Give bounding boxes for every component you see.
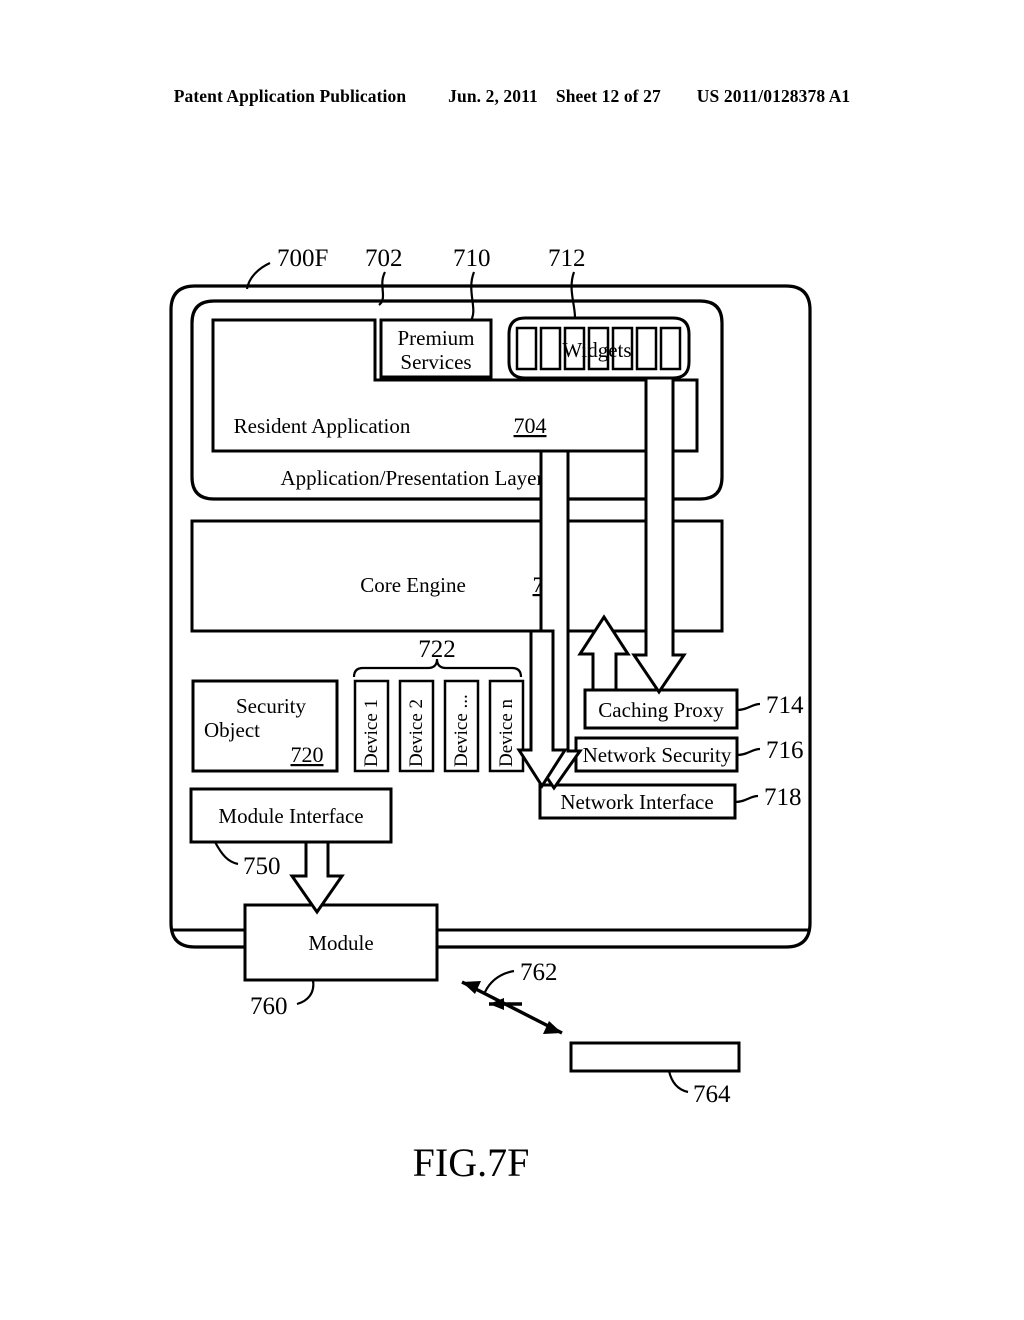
premium-services-label-line2: Services	[400, 350, 471, 374]
leader-714	[736, 702, 761, 712]
device-label-4: Device n	[496, 698, 517, 767]
module-interface-label: Module Interface	[218, 804, 363, 828]
premium-services-label-line1: Premium	[398, 326, 475, 350]
leader-760	[296, 979, 315, 1006]
ref-700f: 700F	[277, 245, 328, 272]
device-label-1: Device 1	[361, 699, 382, 767]
ref-702: 702	[365, 245, 403, 272]
ref-714: 714	[766, 692, 804, 719]
arrow-module-interface-to-module	[289, 840, 345, 915]
resident-application-label: Resident Application	[234, 414, 411, 438]
wireless-link-762: 762	[461, 959, 563, 1035]
ref-722: 722	[418, 636, 456, 663]
widget-tile-1	[515, 326, 538, 371]
device-boxes: Device 1 Device 2 Device ... Device n	[353, 679, 525, 773]
network-interface-label: Network Interface	[560, 790, 713, 814]
resident-application-ref-704: 704	[514, 413, 547, 438]
ref-718: 718	[764, 784, 802, 811]
leader-718	[734, 794, 759, 804]
leader-750	[214, 841, 239, 866]
ref-750: 750	[243, 853, 281, 880]
ref-760: 760	[250, 993, 288, 1020]
leader-762	[484, 969, 515, 993]
external-device-box	[569, 1041, 741, 1073]
figure-caption: FIG.7F	[413, 1140, 530, 1185]
core-engine-label: Core Engine	[360, 573, 466, 597]
widget-tile-2	[539, 326, 562, 371]
widget-tile-7	[659, 326, 682, 371]
security-object-ref-720: 720	[291, 742, 324, 767]
leader-710	[469, 271, 476, 323]
ref-764: 764	[693, 1081, 731, 1108]
figure-7f-diagram: 700F 702 710 712 Resident Application 70…	[169, 245, 812, 1185]
ref-712: 712	[548, 245, 586, 272]
module-label: Module	[308, 931, 373, 955]
widget-tile-6	[635, 326, 658, 371]
security-object-label-line1: Security	[236, 694, 306, 718]
security-object-label-line2: Object	[204, 718, 260, 742]
caching-proxy-label: Caching Proxy	[598, 698, 724, 722]
device-label-3: Device ...	[451, 694, 472, 767]
device-label-2: Device 2	[406, 699, 427, 767]
patent-drawing-page: Patent Application Publication Jun. 2, 2…	[0, 0, 1024, 1320]
app-presentation-layer-label: Application/Presentation Layer	[280, 466, 543, 490]
ref-716: 716	[766, 737, 804, 764]
ref-710: 710	[453, 245, 491, 272]
network-security-label: Network Security	[583, 743, 732, 767]
ref-762: 762	[520, 959, 558, 986]
widgets-label: Widgets	[562, 338, 631, 362]
leader-764	[667, 1070, 689, 1094]
leader-716	[736, 747, 761, 757]
